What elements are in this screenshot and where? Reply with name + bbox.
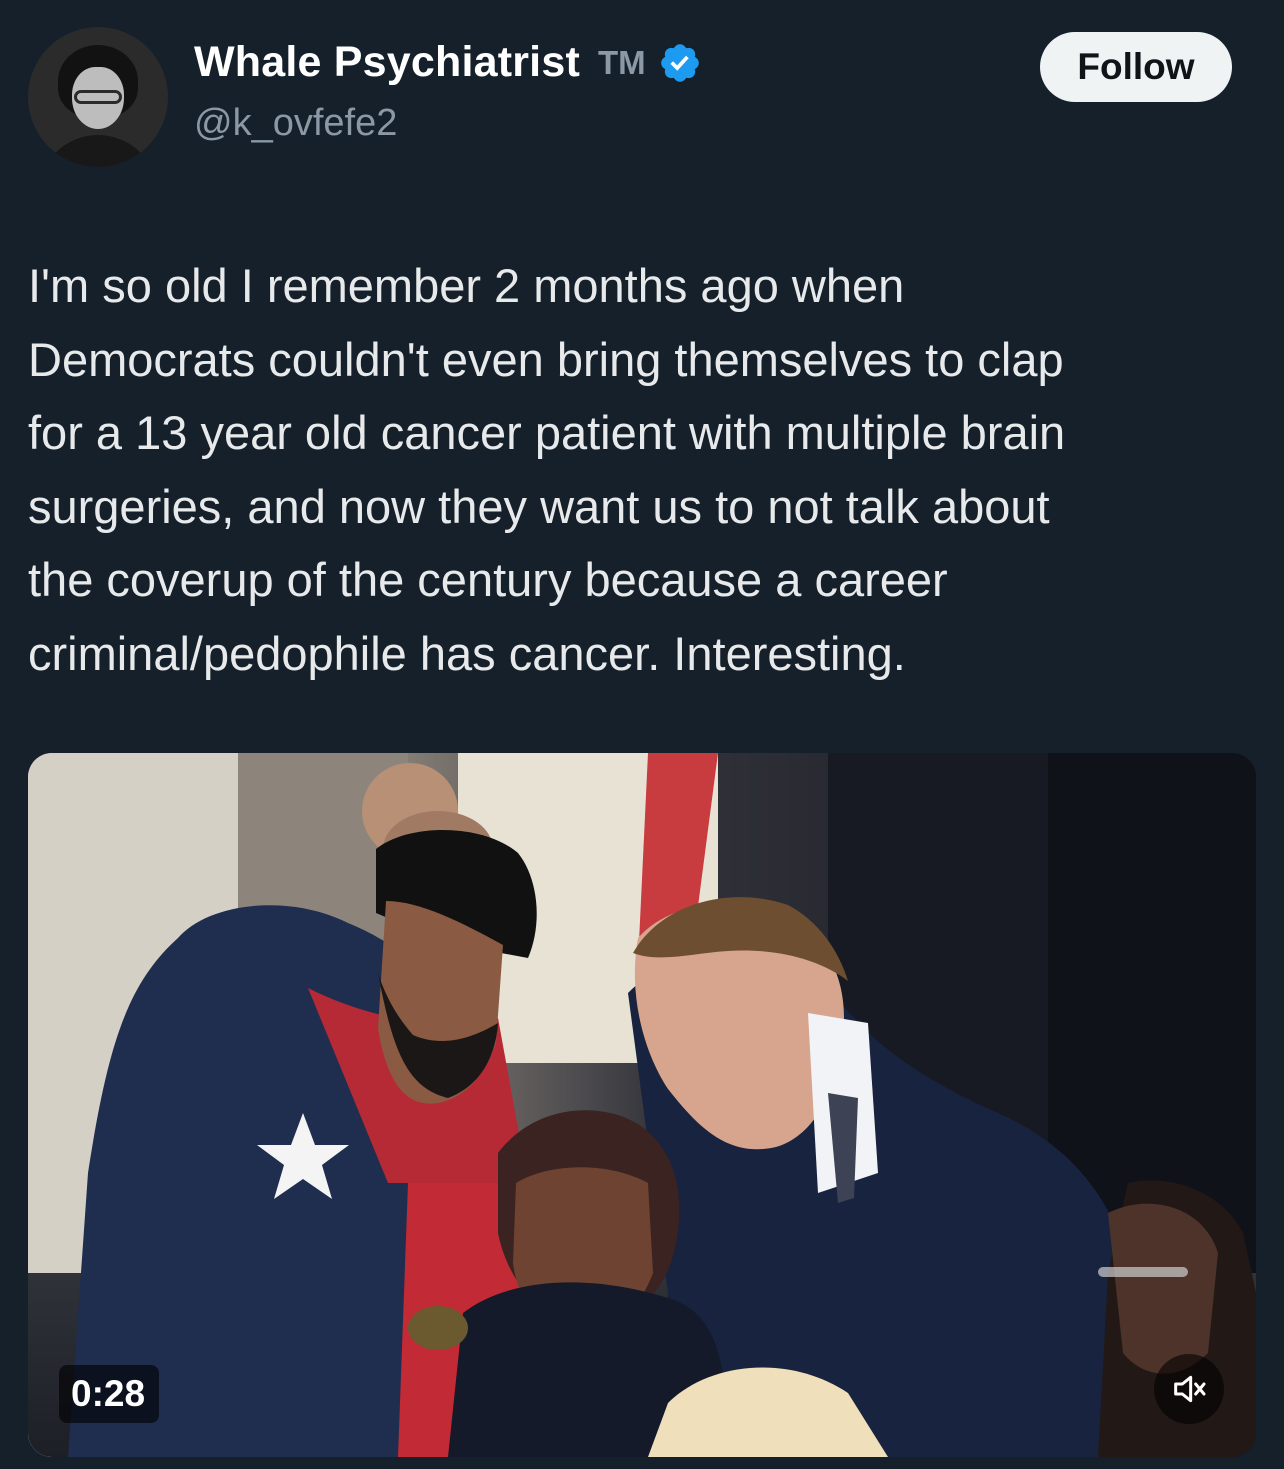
speaker-muted-icon — [1174, 1375, 1206, 1403]
follow-button[interactable]: Follow — [1040, 32, 1232, 102]
video-frame-image — [28, 753, 1256, 1457]
mute-button[interactable] — [1154, 1354, 1224, 1424]
name-suffix: TM — [597, 43, 646, 81]
avatar-shoulders — [38, 135, 158, 167]
user-name-row: Whale Psychiatrist TM — [194, 38, 702, 87]
avatar-glasses — [74, 90, 122, 104]
verified-badge-icon — [660, 43, 699, 82]
video-duration: 0:28 — [59, 1365, 160, 1423]
avatar[interactable] — [28, 27, 168, 167]
tweet-text: I'm so old I remember 2 months ago when … — [28, 259, 1066, 680]
video-player[interactable]: 0:28 — [28, 753, 1256, 1457]
user-handle[interactable]: @k_ovfefe2 — [194, 102, 397, 145]
display-name[interactable]: Whale Psychiatrist — [194, 38, 580, 87]
